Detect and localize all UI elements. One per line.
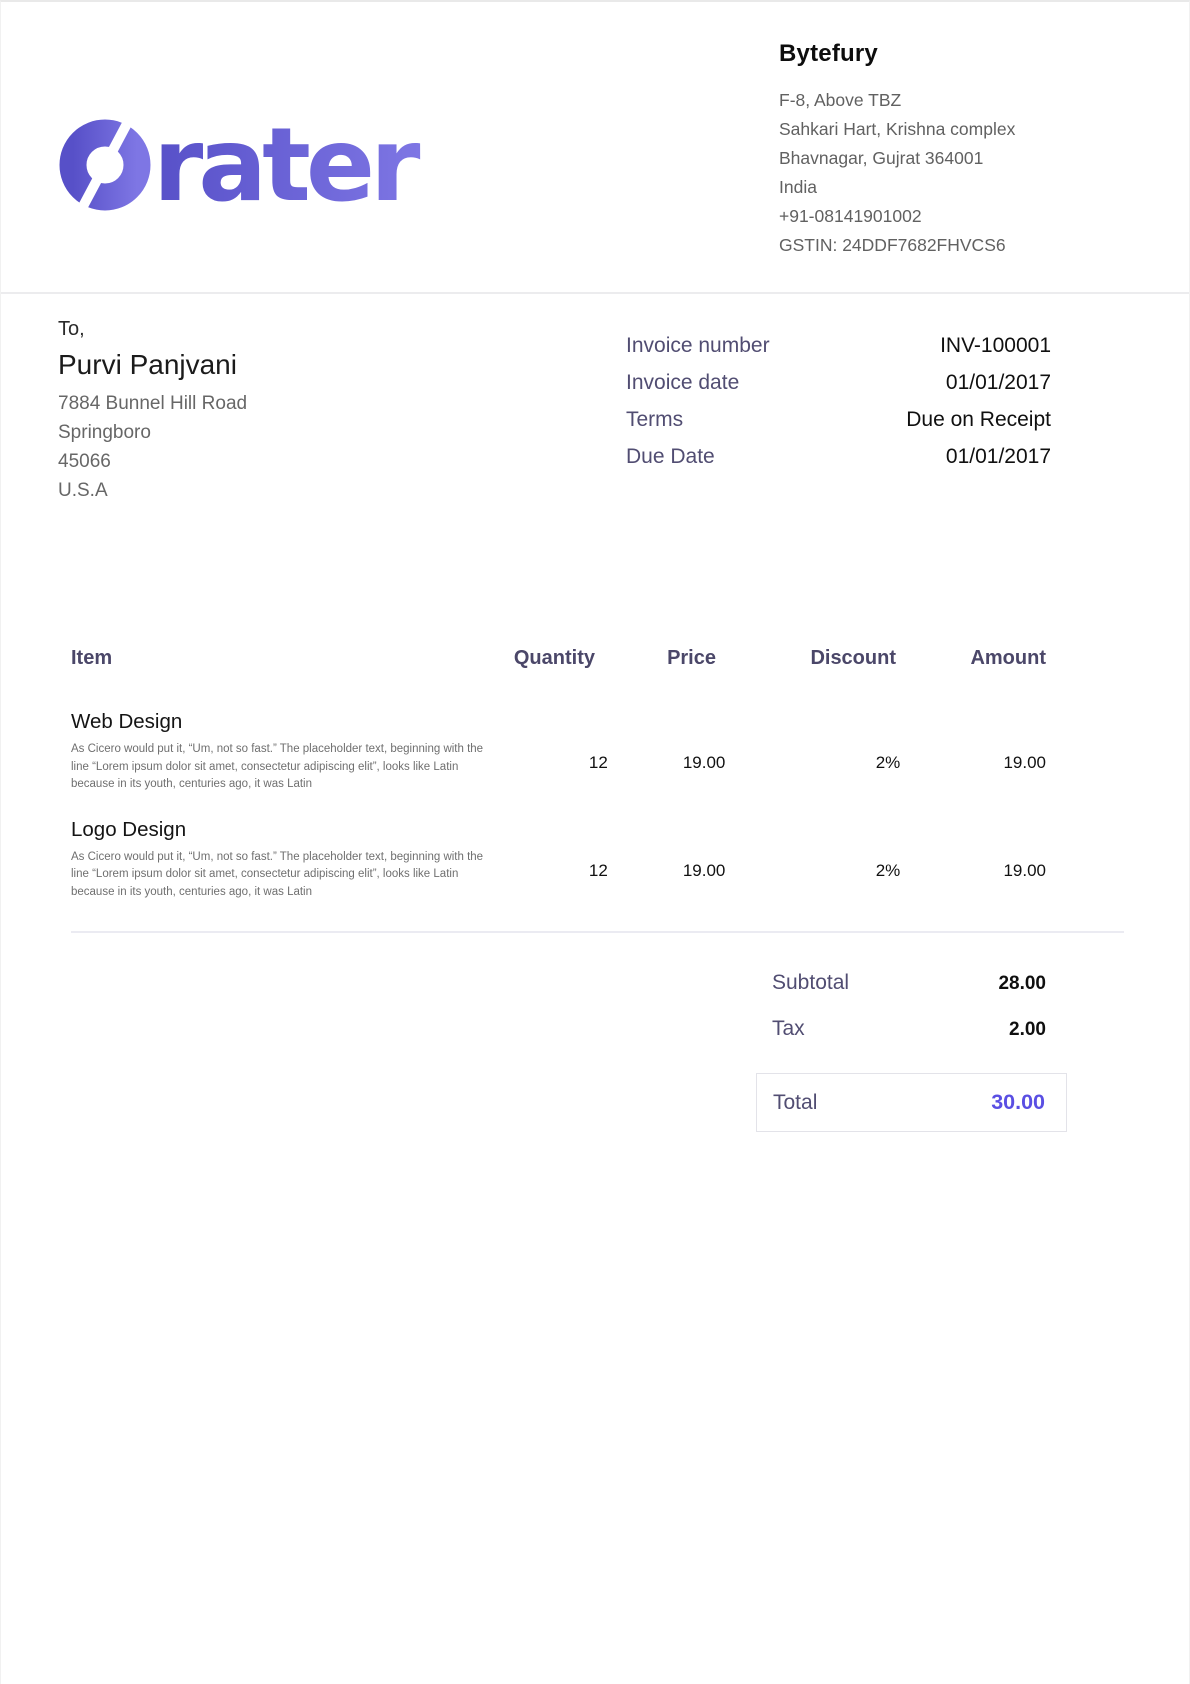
totals-section: Subtotal 28.00 Tax 2.00 Total 30.00 bbox=[756, 971, 1067, 1132]
to-label: To, bbox=[58, 318, 247, 341]
item-discount: 2% bbox=[725, 818, 900, 902]
item-price: 19.00 bbox=[608, 818, 726, 902]
item-name: Web Design bbox=[71, 710, 499, 734]
item-quantity: 12 bbox=[499, 710, 608, 794]
customer-address-line: U.S.A bbox=[58, 476, 247, 505]
item-name: Logo Design bbox=[71, 818, 499, 842]
company-gstin: GSTIN: 24DDF7682FHVCS6 bbox=[779, 231, 1124, 260]
item-price: 19.00 bbox=[608, 710, 726, 794]
tax-row: Tax 2.00 bbox=[756, 1017, 1067, 1041]
items-table: Item Quantity Price Discount Amount Web … bbox=[71, 647, 1124, 933]
total-label: Total bbox=[773, 1091, 817, 1115]
invoice-header: rater Bytefury F-8, Above TBZ Sahkari Ha… bbox=[1, 2, 1189, 294]
invoice-number-value: INV-100001 bbox=[940, 334, 1051, 358]
terms-value: Due on Receipt bbox=[906, 408, 1051, 432]
invoice-date-row: Invoice date 01/01/2017 bbox=[626, 371, 1051, 395]
subtotal-row: Subtotal 28.00 bbox=[756, 971, 1067, 995]
item-amount: 19.00 bbox=[900, 818, 1046, 902]
customer-name: Purvi Panjvani bbox=[58, 349, 247, 381]
terms-label: Terms bbox=[626, 408, 683, 432]
item-description: As Cicero would put it, “Um, not so fast… bbox=[71, 849, 499, 902]
total-box: Total 30.00 bbox=[756, 1073, 1067, 1132]
item-amount: 19.00 bbox=[900, 710, 1046, 794]
due-date-value: 01/01/2017 bbox=[946, 445, 1051, 469]
customer-address-line: 7884 Bunnel Hill Road bbox=[58, 389, 247, 418]
table-row: Logo Design As Cicero would put it, “Um,… bbox=[71, 818, 1124, 902]
customer-address: 7884 Bunnel Hill Road Springboro 45066 U… bbox=[58, 389, 247, 505]
crater-logo-mark bbox=[72, 110, 137, 220]
company-address-line: Sahkari Hart, Krishna complex bbox=[779, 115, 1124, 144]
company-address-line: F-8, Above TBZ bbox=[779, 86, 1124, 115]
invoice-number-row: Invoice number INV-100001 bbox=[626, 334, 1051, 358]
item-discount: 2% bbox=[725, 710, 900, 794]
due-date-label: Due Date bbox=[626, 445, 715, 469]
invoice-meta: Invoice number INV-100001 Invoice date 0… bbox=[626, 318, 1051, 505]
terms-row: Terms Due on Receipt bbox=[626, 408, 1051, 432]
bill-to-block: To, Purvi Panjvani 7884 Bunnel Hill Road… bbox=[58, 318, 247, 505]
invoice-document: rater Bytefury F-8, Above TBZ Sahkari Ha… bbox=[0, 0, 1190, 1684]
table-row: Web Design As Cicero would put it, “Um, … bbox=[71, 710, 1124, 794]
company-address-line: India bbox=[779, 173, 1124, 202]
column-header-discount: Discount bbox=[716, 647, 896, 670]
invoice-date-value: 01/01/2017 bbox=[946, 371, 1051, 395]
column-header-item: Item bbox=[71, 647, 483, 670]
tax-value: 2.00 bbox=[1009, 1019, 1046, 1041]
item-cell: Web Design As Cicero would put it, “Um, … bbox=[71, 710, 499, 794]
company-phone: +91-08141901002 bbox=[779, 202, 1124, 231]
item-cell: Logo Design As Cicero would put it, “Um,… bbox=[71, 818, 499, 902]
billing-section: To, Purvi Panjvani 7884 Bunnel Hill Road… bbox=[1, 294, 1189, 505]
items-table-header: Item Quantity Price Discount Amount bbox=[71, 647, 1124, 670]
company-name: Bytefury bbox=[779, 40, 1124, 68]
customer-address-line: 45066 bbox=[58, 447, 247, 476]
table-bottom-divider bbox=[71, 931, 1124, 933]
tax-label: Tax bbox=[772, 1017, 805, 1041]
crater-logo: rater bbox=[49, 16, 499, 292]
column-header-price: Price bbox=[595, 647, 716, 670]
subtotal-value: 28.00 bbox=[998, 973, 1046, 995]
subtotal-label: Subtotal bbox=[772, 971, 849, 995]
total-value: 30.00 bbox=[991, 1090, 1045, 1115]
company-address: F-8, Above TBZ Sahkari Hart, Krishna com… bbox=[779, 86, 1124, 260]
column-header-quantity: Quantity bbox=[483, 647, 595, 670]
column-header-amount: Amount bbox=[896, 647, 1046, 670]
customer-address-line: Springboro bbox=[58, 418, 247, 447]
company-address-line: Bhavnagar, Gujrat 364001 bbox=[779, 144, 1124, 173]
logo-wordmark-letters: rater bbox=[153, 106, 420, 220]
crater-logo-icon: rater bbox=[49, 88, 499, 220]
invoice-date-label: Invoice date bbox=[626, 371, 739, 395]
due-date-row: Due Date 01/01/2017 bbox=[626, 445, 1051, 469]
item-quantity: 12 bbox=[499, 818, 608, 902]
company-info: Bytefury F-8, Above TBZ Sahkari Hart, Kr… bbox=[779, 2, 1124, 292]
invoice-number-label: Invoice number bbox=[626, 334, 770, 358]
item-description: As Cicero would put it, “Um, not so fast… bbox=[71, 741, 499, 794]
